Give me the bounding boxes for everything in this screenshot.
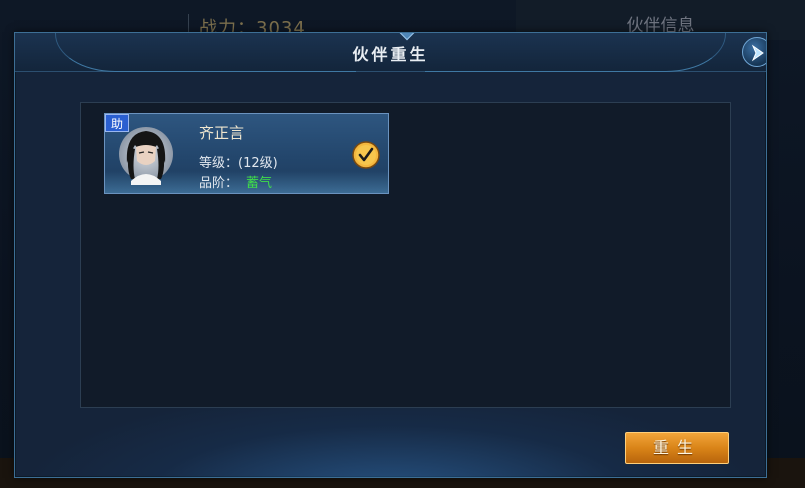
partner-grade-row: 品阶： 蓄气	[199, 172, 272, 191]
grade-label: 品阶：	[199, 176, 239, 191]
dialog-title: 伙伴重生	[352, 45, 429, 64]
rebirth-button[interactable]: 重生	[625, 432, 729, 464]
dialog-header: 伙伴重生	[15, 33, 766, 72]
grade-value: 蓄气	[246, 176, 273, 191]
level-label: 等级：	[199, 156, 239, 171]
close-button[interactable]	[742, 37, 766, 67]
header-diamond-icon	[395, 33, 419, 41]
partner-level-row: 等级：(12级)	[199, 152, 278, 171]
partner-avatar	[119, 127, 173, 185]
partner-card[interactable]: 助 齐正言 等级：(12级) 品阶： 蓄气	[104, 113, 389, 194]
check-icon[interactable]	[352, 141, 380, 169]
chevron-right-icon	[751, 44, 764, 62]
level-value: (12级)	[238, 156, 278, 171]
partner-name: 齐正言	[199, 124, 245, 142]
partner-rebirth-dialog: 伙伴重生 助 齐正言 等级：(12级) 品阶： 蓄气 重生	[14, 32, 767, 478]
